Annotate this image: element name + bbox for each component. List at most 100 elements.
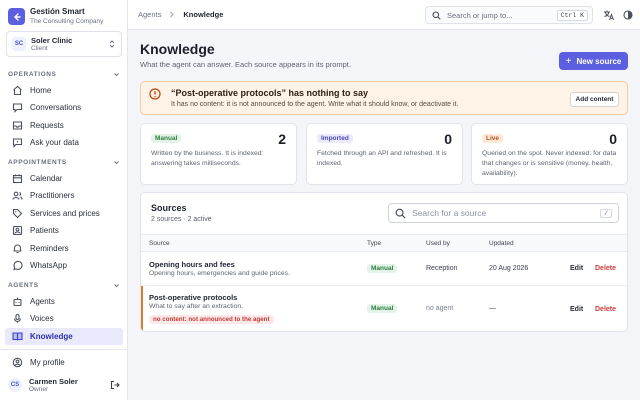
breadcrumb-agents[interactable]: Agents: [138, 10, 161, 19]
brand[interactable]: Gestión Smart The Consulting Company: [8, 7, 103, 26]
used-by: Reception: [426, 265, 458, 272]
alert-title: “Post-operative protocols” has nothing t…: [171, 88, 369, 98]
search-icon: [395, 208, 406, 219]
user-name: Carmen Soler: [29, 376, 78, 386]
column-updated: Updated: [489, 240, 514, 247]
user-circle-icon: [12, 357, 23, 368]
section-agents[interactable]: AGENTS: [8, 280, 120, 290]
source-search-input[interactable]: Search for a source /: [388, 203, 619, 223]
translate-icon[interactable]: [603, 9, 615, 21]
column-source: Source: [149, 240, 170, 247]
brand-subtitle: The Consulting Company: [30, 18, 104, 25]
sidebar-item-conversations[interactable]: Conversations: [5, 99, 123, 116]
card-description: Queried on the spot. Never indexed: for …: [482, 150, 617, 177]
sidebar: Gestión Smart The Consulting Company SC …: [0, 0, 128, 400]
theme-toggle-icon[interactable]: [622, 9, 634, 21]
updated-date: 20 Aug 2026: [489, 265, 529, 272]
edit-button[interactable]: Edit: [570, 306, 583, 313]
sidebar-item-voices[interactable]: Voices: [5, 310, 123, 327]
sidebar-item-label: WhatsApp: [30, 261, 67, 270]
table-row[interactable]: Post-operative protocols What to say aft…: [141, 286, 627, 331]
delete-button[interactable]: Delete: [595, 306, 616, 313]
logout-icon[interactable]: [110, 380, 120, 390]
client-avatar: SC: [12, 37, 26, 51]
used-by: no agent: [426, 305, 454, 312]
client-switcher[interactable]: SC Soler Clinic Client: [6, 31, 122, 57]
breadcrumb: Agents Knowledge: [138, 10, 223, 19]
plus-icon: +: [565, 55, 572, 67]
sidebar-item-label: Home: [30, 86, 52, 95]
sidebar-item-ask-your-data[interactable]: Ask your data: [5, 134, 123, 151]
new-source-label: New source: [576, 56, 622, 66]
sidebar-item-knowledge[interactable]: Knowledge: [5, 328, 123, 345]
sidebar-item-label: Reminders: [30, 244, 69, 253]
column-type: Type: [367, 240, 382, 247]
section-operations[interactable]: OPERATIONS: [8, 69, 120, 79]
add-content-button[interactable]: Add content: [570, 92, 619, 107]
sources-panel: Sources 2 sources · 2 active Search for …: [140, 192, 628, 332]
source-title[interactable]: Opening hours and fees: [149, 260, 235, 269]
new-source-button[interactable]: + New source: [559, 52, 628, 70]
tag-icon: [12, 208, 23, 219]
sidebar-item-calendar[interactable]: Calendar: [5, 170, 123, 187]
brand-name: Gestión Smart: [30, 7, 85, 16]
sidebar-item-label: Agents: [30, 297, 55, 306]
sidebar-item-reminders[interactable]: Reminders: [5, 240, 123, 257]
bell-icon: [12, 243, 23, 254]
sidebar-item-services-and-prices[interactable]: Services and prices: [5, 205, 123, 222]
sources-title: Sources: [151, 203, 187, 213]
chevron-updown-icon: [108, 39, 116, 49]
table-row[interactable]: Opening hours and fees Opening hours, em…: [141, 253, 627, 286]
card-imported: Imported 0 Fetched through an API and re…: [306, 123, 463, 185]
warning-circle-icon: [149, 88, 161, 100]
chevron-down-icon: [113, 71, 120, 78]
sidebar-item-label: Practitioners: [30, 191, 75, 200]
type-badge: Manual: [367, 304, 398, 313]
book-icon: [12, 331, 23, 342]
source-title[interactable]: Post-operative protocols: [149, 293, 237, 302]
sidebar-item-label: Requests: [30, 121, 64, 130]
sidebar-item-label: Patients: [30, 226, 59, 235]
calendar-icon: [12, 173, 23, 184]
badge-manual: Manual: [151, 134, 182, 143]
delete-button[interactable]: Delete: [595, 265, 616, 272]
whatsapp-icon: [12, 260, 23, 271]
card-count: 0: [444, 131, 452, 147]
sidebar-item-label: Calendar: [30, 174, 63, 183]
search-icon: [432, 10, 441, 20]
global-search-input[interactable]: Search or jump to... Ctrl K: [425, 6, 593, 24]
empty-source-alert: “Post-operative protocols” has nothing t…: [140, 81, 628, 115]
chat-icon: [12, 102, 23, 113]
sidebar-item-requests[interactable]: Requests: [5, 117, 123, 134]
sidebar-item-label: My profile: [30, 358, 65, 367]
badge-live: Live: [482, 134, 504, 143]
topbar: Agents Knowledge Search or jump to... Ct…: [128, 0, 640, 30]
chevron-right-icon: [169, 11, 175, 18]
card-description: Written by the business. It is indexed: …: [151, 150, 264, 167]
section-appointments[interactable]: APPOINTMENTS: [8, 157, 120, 167]
patients-icon: [12, 225, 23, 236]
search-placeholder: Search or jump to...: [447, 10, 513, 20]
search-shortcut: Ctrl K: [556, 9, 588, 21]
sidebar-item-practitioners[interactable]: Practitioners: [5, 187, 123, 204]
card-count: 0: [609, 131, 617, 147]
sidebar-item-whatsapp[interactable]: WhatsApp: [5, 257, 123, 274]
message-question-icon: [12, 137, 23, 148]
section-label: OPERATIONS: [8, 70, 57, 78]
sidebar-item-patients[interactable]: Patients: [5, 222, 123, 239]
edit-button[interactable]: Edit: [570, 265, 583, 272]
sidebar-item-home[interactable]: Home: [5, 82, 123, 99]
inbox-icon: [12, 120, 23, 131]
sidebar-item-label: Ask your data: [30, 138, 79, 147]
page-subtitle: What the agent can answer. Each source a…: [140, 60, 351, 69]
updated-date: —: [489, 305, 496, 312]
robot-icon: [12, 296, 23, 307]
user-card: CS Carmen Soler Owner: [8, 376, 120, 394]
table-header: Source Type Used by Updated: [141, 234, 627, 252]
sidebar-item-agents[interactable]: Agents: [5, 293, 123, 310]
card-description: Fetched through an API and refreshed. It…: [317, 150, 447, 167]
sidebar-item-my-profile[interactable]: My profile: [5, 354, 123, 371]
sidebar-item-label: Services and prices: [30, 209, 100, 218]
page-title: Knowledge: [140, 41, 215, 57]
sidebar-item-label: Knowledge: [30, 332, 73, 341]
